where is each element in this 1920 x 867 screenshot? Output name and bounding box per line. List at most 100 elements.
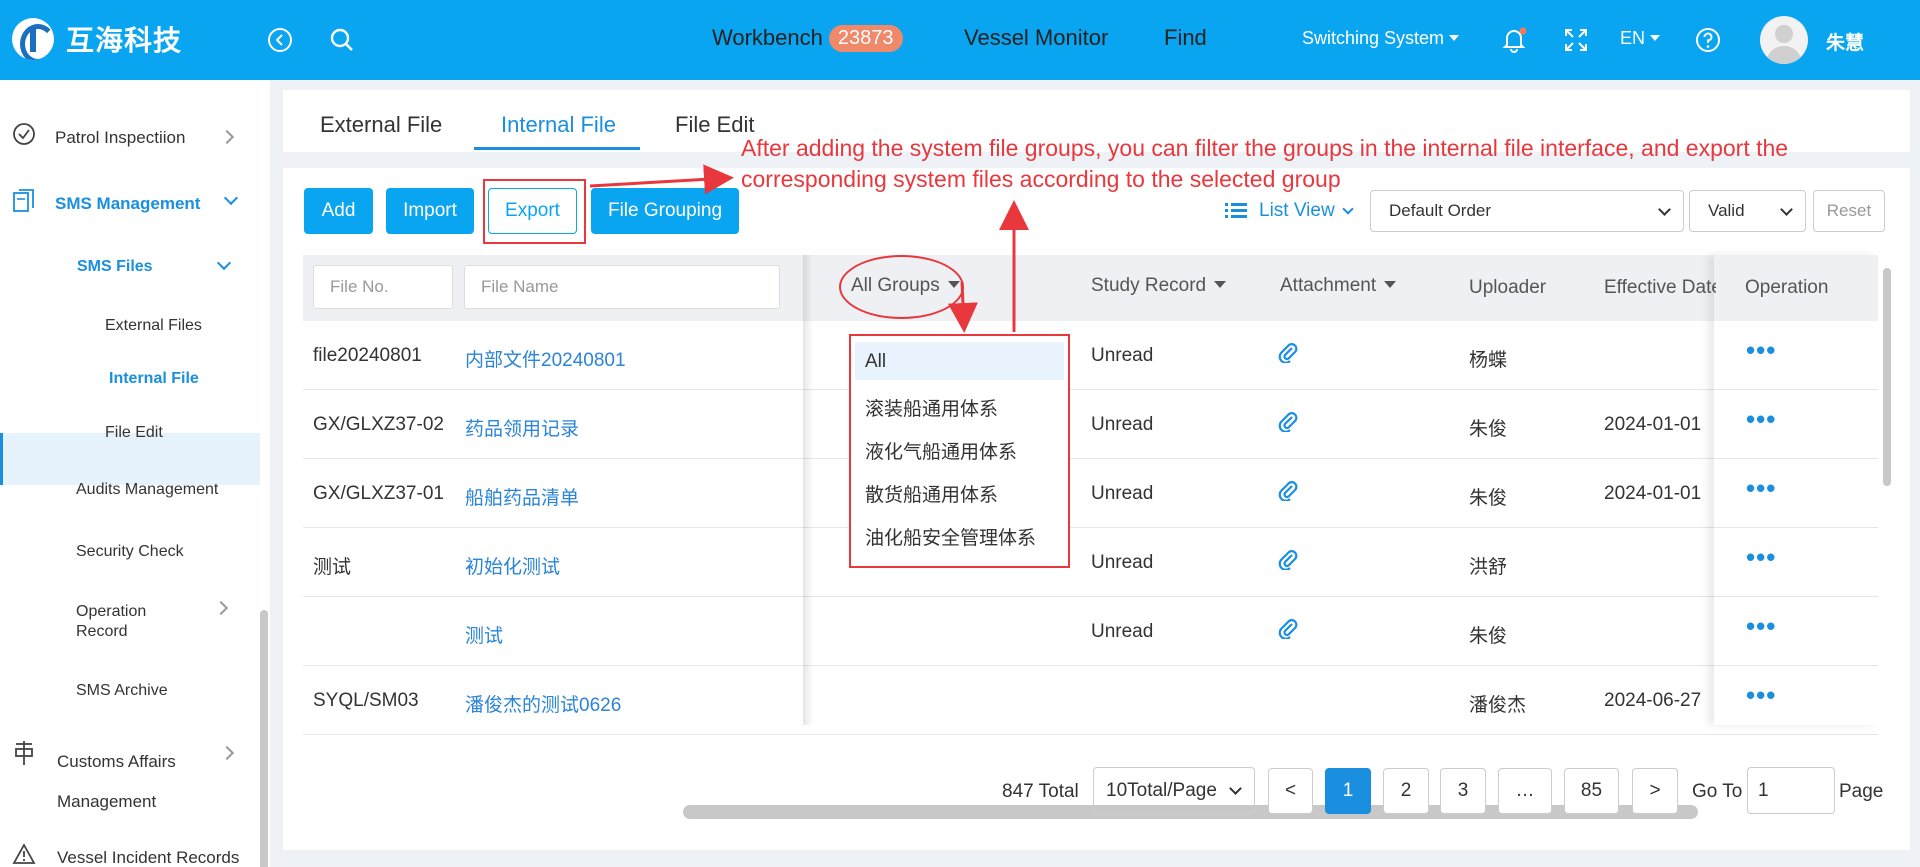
caret-down-icon — [1384, 281, 1397, 288]
group-option-all[interactable]: All — [865, 351, 886, 373]
reset-button[interactable]: Reset — [1813, 190, 1885, 232]
annotation-note: After adding the system file groups, you… — [741, 135, 1789, 192]
uploader-header: Uploader — [1469, 277, 1547, 298]
patrol-icon — [12, 122, 36, 151]
attachment-clip-icon[interactable] — [1278, 617, 1298, 644]
sidebar-item-vessel-incident[interactable]: Vessel Incident Records — [57, 848, 239, 867]
goto-page-input[interactable]: 1 — [1747, 767, 1835, 814]
file-name-link[interactable]: 潘俊杰的测试0626 — [465, 690, 621, 717]
sidebar-item-sms-archive[interactable]: SMS Archive — [76, 682, 168, 700]
effective-date-header: Effective Date — [1604, 277, 1716, 298]
list-view-toggle[interactable]: List View — [1225, 200, 1354, 222]
attachment-clip-icon[interactable] — [1278, 548, 1298, 575]
group-option[interactable]: 液化气船通用体系 — [865, 437, 1017, 464]
prev-page-button[interactable]: < — [1268, 768, 1313, 814]
page-button-1[interactable]: 1 — [1325, 768, 1371, 814]
goto-label: Go To — [1692, 781, 1743, 802]
file-no-cell: file20240801 — [313, 345, 422, 366]
file-name-link[interactable]: 内部文件20240801 — [465, 345, 626, 372]
group-option[interactable]: 滚装船通用体系 — [865, 394, 998, 421]
page-button-3[interactable]: 3 — [1440, 768, 1486, 814]
caret-down-icon — [1449, 35, 1460, 41]
help-icon[interactable] — [1694, 26, 1722, 54]
page-button-2[interactable]: 2 — [1383, 768, 1429, 814]
company-logo[interactable]: 互海科技 — [12, 18, 182, 60]
sidebar-item-patrol[interactable]: Patrol Inspectiion — [55, 128, 185, 148]
file-grouping-button[interactable]: File Grouping — [591, 188, 739, 234]
sidebar-item-audits[interactable]: Audits Management — [76, 481, 218, 499]
attachment-clip-icon[interactable] — [1278, 341, 1298, 368]
user-avatar[interactable] — [1760, 16, 1808, 64]
fullscreen-icon[interactable] — [1562, 26, 1590, 54]
attachment-clip-icon[interactable] — [1278, 410, 1298, 437]
attachment-clip-icon[interactable] — [1278, 479, 1298, 506]
table-row[interactable]: file20240801 内部文件20240801 Unread 杨蝶 ••• — [303, 321, 1878, 390]
sidebar-item-sms-management[interactable]: SMS Management — [55, 194, 200, 214]
nav-vessel-monitor[interactable]: Vessel Monitor — [964, 25, 1108, 51]
tab-external-file[interactable]: External File — [320, 112, 442, 138]
sidebar: Patrol Inspectiion SMS Management SMS Fi… — [0, 80, 270, 867]
file-name-link[interactable]: 测试 — [465, 621, 503, 648]
sidebar-item-external-files[interactable]: External Files — [105, 317, 202, 335]
back-icon[interactable] — [266, 26, 294, 54]
sidebar-item-customs[interactable]: Customs Affairs Management — [57, 742, 176, 822]
study-record-cell: Unread — [1091, 483, 1154, 504]
list-icon — [1225, 203, 1247, 218]
sidebar-item-security-check[interactable]: Security Check — [76, 543, 184, 561]
table-row[interactable]: 测试 Unread 朱俊 ••• — [303, 597, 1878, 666]
chevron-down-icon — [1229, 782, 1242, 795]
attachment-filter[interactable]: Attachment — [1280, 275, 1397, 297]
table-vertical-scrollbar[interactable] — [1883, 268, 1891, 486]
file-no-cell: SYQL/SM03 — [313, 690, 419, 711]
status-select[interactable]: Valid — [1689, 190, 1806, 232]
file-no-filter-input[interactable]: File No. — [313, 265, 453, 309]
all-groups-highlight-ellipse — [839, 255, 964, 319]
table-row[interactable]: SYQL/SM03 潘俊杰的测试0626 潘俊杰 2024-06-27 ••• — [303, 666, 1878, 735]
sidebar-item-sms-files[interactable]: SMS Files — [77, 258, 153, 276]
study-record-cell: Unread — [1091, 345, 1154, 366]
chevron-right-icon — [219, 129, 235, 145]
tab-internal-file[interactable]: Internal File — [501, 112, 616, 138]
page-button-85[interactable]: 85 — [1564, 768, 1619, 814]
study-record-cell: Unread — [1091, 414, 1154, 435]
page-ellipsis[interactable]: … — [1498, 768, 1552, 814]
file-name-link[interactable]: 初始化测试 — [465, 552, 560, 579]
dropdown-active-highlight — [855, 342, 1064, 380]
bell-icon[interactable] — [1500, 26, 1528, 54]
study-record-filter[interactable]: Study Record — [1091, 275, 1227, 297]
study-record-cell: Unread — [1091, 621, 1154, 642]
sidebar-item-operation-record[interactable]: Operation Record — [76, 602, 146, 642]
group-option[interactable]: 散货船通用体系 — [865, 480, 998, 507]
fixed-operation-column — [1714, 255, 1878, 725]
pagination-total: 847 Total — [1002, 781, 1079, 802]
sidebar-scrollbar[interactable] — [260, 610, 268, 867]
warning-icon — [12, 843, 36, 867]
nav-find[interactable]: Find — [1164, 25, 1207, 51]
uploader-cell: 朱俊 — [1469, 626, 1508, 647]
file-no-cell: 测试 — [313, 557, 352, 578]
nav-workbench[interactable]: Workbench 23873 — [712, 25, 903, 52]
user-name[interactable]: 朱慧 — [1826, 28, 1864, 55]
page-size-select[interactable]: 10Total/Page — [1093, 767, 1255, 814]
order-select[interactable]: Default Order — [1370, 190, 1684, 232]
operation-record-line2: Record — [76, 623, 128, 640]
file-name-link[interactable]: 药品领用记录 — [465, 414, 579, 441]
sidebar-item-file-edit[interactable]: File Edit — [105, 424, 163, 442]
list-view-label: List View — [1259, 200, 1335, 221]
table-row[interactable]: 测试 初始化测试 Unread 洪舒 ••• — [303, 528, 1878, 597]
nav-workbench-label: Workbench — [712, 25, 823, 50]
import-button[interactable]: Import — [386, 188, 474, 234]
search-icon[interactable] — [328, 26, 356, 54]
add-button[interactable]: Add — [304, 188, 373, 234]
chevron-down-icon — [216, 255, 232, 271]
table-row[interactable]: GX/GLXZ37-01 船舶药品清单 Unread 朱俊 2024-01-01 ••• — [303, 459, 1878, 528]
sidebar-item-internal-file[interactable]: Internal File — [109, 370, 199, 388]
file-name-filter-input[interactable]: File Name — [464, 265, 780, 309]
switching-system-dropdown[interactable]: Switching System — [1302, 28, 1460, 49]
top-header: 互海科技 Workbench 23873 Vessel Monitor Find … — [0, 0, 1920, 80]
table-row[interactable]: GX/GLXZ37-02 药品领用记录 Unread 朱俊 2024-01-01 ••• — [303, 390, 1878, 459]
group-option[interactable]: 油化船安全管理体系 — [865, 523, 1036, 550]
file-name-link[interactable]: 船舶药品清单 — [465, 483, 579, 510]
language-dropdown[interactable]: EN — [1620, 28, 1661, 49]
next-page-button[interactable]: > — [1632, 768, 1678, 814]
